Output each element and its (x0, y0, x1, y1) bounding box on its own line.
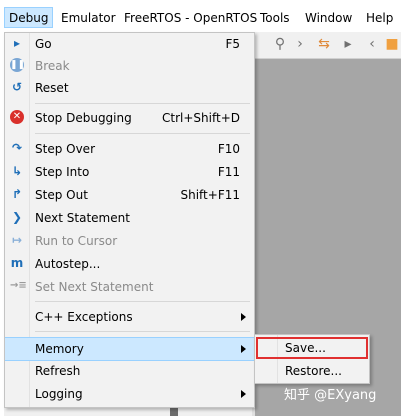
menu-item-label: Memory (35, 342, 84, 356)
step-over-icon: ↷ (11, 141, 23, 155)
stop-icon: ✕ (10, 110, 24, 124)
reset-icon: ↺ (11, 80, 23, 94)
menu-item-set-next-statement[interactable]: →≡ Set Next Statement (5, 276, 254, 298)
menu-item-label: Next Statement (35, 211, 130, 225)
menu-tools[interactable]: Tools (260, 9, 290, 27)
back-arrow-icon[interactable]: ‹ (364, 36, 380, 52)
arrow-split-icon[interactable]: ⇆ (316, 36, 332, 52)
menu-item-label: Step Out (35, 188, 88, 202)
menu-item-reset[interactable]: ↺ Reset (5, 77, 254, 99)
menu-item-memory[interactable]: Memory (5, 337, 254, 361)
menu-item-shortcut: F11 (217, 165, 240, 179)
submenu-item-restore[interactable]: Restore... (255, 360, 369, 382)
menu-separator (35, 331, 250, 332)
menu-item-label: Break (35, 59, 70, 73)
debug-menu: ▸ Go F5 ❚❚ Break ↺ Reset ✕ Stop Debuggin… (4, 32, 255, 408)
menu-help[interactable]: Help (366, 9, 393, 27)
menu-item-label: Step Into (35, 165, 90, 179)
submenu-item-label: Save... (285, 341, 326, 355)
menu-separator (35, 133, 250, 134)
menu-item-stop-debugging[interactable]: ✕ Stop Debugging Ctrl+Shift+D (5, 107, 254, 129)
watermark: 知乎 @EXyang (284, 388, 377, 403)
menu-item-step-out[interactable]: ↱ Step Out Shift+F11 (5, 184, 254, 206)
submenu-arrow-icon (241, 313, 246, 321)
menu-separator (35, 301, 250, 302)
menu-item-run-to-cursor[interactable]: ↦ Run to Cursor (5, 230, 254, 252)
play-icon: ▸ (13, 36, 21, 50)
next-statement-icon: ❯ (11, 210, 23, 224)
bookmark-icon[interactable]: ■ (384, 36, 400, 52)
set-next-statement-icon: →≡ (10, 280, 27, 291)
autostep-icon: m (10, 256, 24, 270)
toolbar: ⚲ › ⇆ ▸ ‹ ■ (252, 32, 401, 59)
menu-item-label: C++ Exceptions (35, 310, 133, 324)
menu-item-shortcut: F10 (217, 142, 240, 156)
step-out-icon: ↱ (11, 187, 23, 201)
menu-item-next-statement[interactable]: ❯ Next Statement (5, 207, 254, 229)
menu-item-refresh[interactable]: Refresh (5, 360, 254, 382)
menu-item-label: Stop Debugging (35, 111, 132, 125)
menu-item-label: Refresh (35, 364, 81, 378)
menu-item-shortcut: Shift+F11 (180, 188, 240, 202)
submenu-item-save[interactable]: Save... (256, 337, 368, 359)
menu-item-break[interactable]: ❚❚ Break (5, 55, 254, 77)
menu-bar: Debug Emulator FreeRTOS - OpenRTOS Tools… (0, 0, 401, 33)
menu-item-label: Run to Cursor (35, 234, 118, 248)
menu-item-label: Set Next Statement (35, 280, 154, 294)
menu-item-label: Reset (35, 81, 69, 95)
menu-item-shortcut: F5 (225, 37, 240, 51)
memory-submenu: Save... Restore... (254, 334, 370, 384)
menu-item-go[interactable]: ▸ Go F5 (5, 33, 254, 55)
chevron-right-icon[interactable]: › (292, 36, 308, 52)
menu-item-step-over[interactable]: ↷ Step Over F10 (5, 138, 254, 160)
menu-item-label: Logging (35, 387, 83, 401)
search-icon[interactable]: ⚲ (272, 36, 288, 52)
menu-item-shortcut: Ctrl+Shift+D (162, 111, 240, 125)
step-marker-icon[interactable]: ▸ (340, 36, 356, 52)
menu-item-autostep[interactable]: m Autostep... (5, 253, 254, 275)
submenu-item-label: Restore... (285, 364, 342, 378)
submenu-arrow-icon (241, 345, 246, 353)
menu-window[interactable]: Window (305, 9, 352, 27)
step-into-icon: ↳ (11, 164, 23, 178)
menu-item-label: Step Over (35, 142, 95, 156)
pause-icon: ❚❚ (10, 58, 26, 72)
menu-debug[interactable]: Debug (4, 7, 54, 28)
menu-freertos[interactable]: FreeRTOS - OpenRTOS (124, 9, 257, 27)
run-to-cursor-icon: ↦ (11, 233, 23, 247)
submenu-arrow-icon (241, 390, 246, 398)
menu-item-cpp-exceptions[interactable]: C++ Exceptions (5, 306, 254, 328)
menu-item-label: Autostep... (35, 257, 101, 271)
menu-emulator[interactable]: Emulator (61, 9, 116, 27)
menu-separator (35, 103, 250, 104)
menu-item-step-into[interactable]: ↳ Step Into F11 (5, 161, 254, 183)
menu-item-label: Go (35, 37, 52, 51)
menu-item-logging[interactable]: Logging (5, 383, 254, 405)
